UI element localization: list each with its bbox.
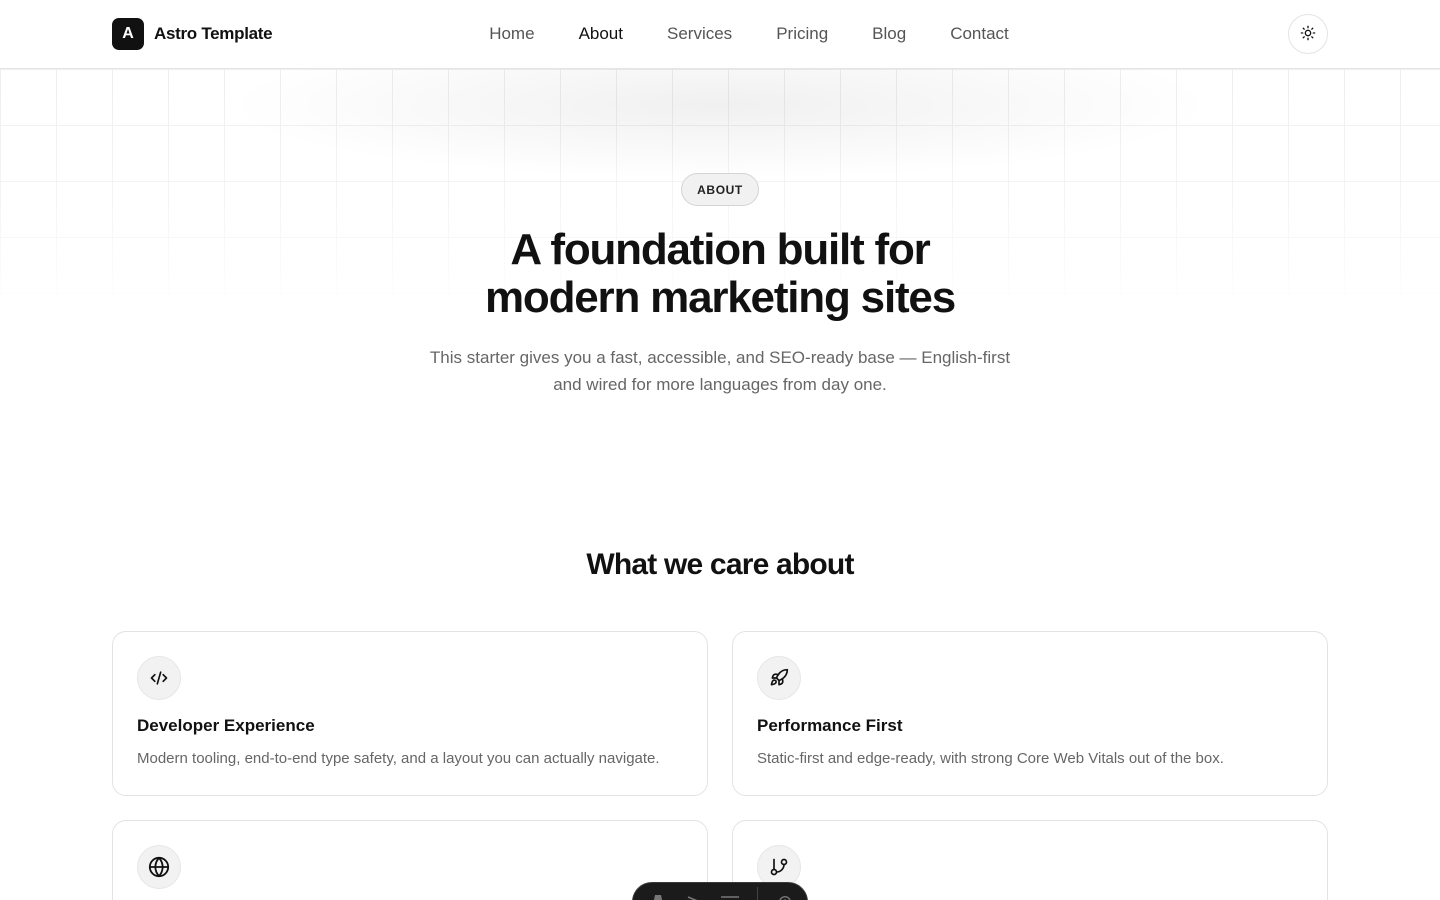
- menu-icon[interactable]: [721, 893, 739, 900]
- toolbar-separator: [757, 887, 758, 900]
- hero-subtitle-line-2: and wired for more languages from day on…: [553, 375, 887, 394]
- hero-subtitle-line-1: This starter gives you a fast, accessibl…: [429, 348, 1011, 367]
- settings-icon[interactable]: [776, 893, 794, 900]
- sun-icon: [1300, 25, 1316, 44]
- brand-mark: A: [112, 18, 144, 50]
- section-badge: ABOUT: [681, 173, 759, 206]
- nav-link-services[interactable]: Services: [667, 22, 732, 46]
- site-header: A Astro Template Home About Services Pri…: [0, 0, 1440, 69]
- nav-link-contact[interactable]: Contact: [950, 22, 1009, 46]
- value-card-description: Modern tooling, end-to-end type safety, …: [137, 750, 660, 767]
- code-icon: [137, 656, 181, 700]
- page-title-line-1: A foundation built for: [510, 225, 930, 274]
- value-card-description: Static-first and edge-ready, with strong…: [757, 750, 1224, 767]
- globe-icon: [137, 845, 181, 889]
- audit-icon[interactable]: [685, 893, 703, 900]
- brand-name: Astro Template: [154, 24, 273, 43]
- astro-icon[interactable]: [649, 893, 667, 900]
- brand-logo[interactable]: A Astro Template: [112, 18, 273, 50]
- value-card-open-source: [732, 820, 1328, 900]
- nav-link-about[interactable]: About: [579, 22, 623, 46]
- rocket-icon: [757, 656, 801, 700]
- value-card-title: Developer Experience: [137, 716, 315, 735]
- hero-subtitle: This starter gives you a fast, accessibl…: [400, 344, 1040, 398]
- nav-link-pricing[interactable]: Pricing: [776, 22, 828, 46]
- dev-toolbar[interactable]: [632, 882, 808, 900]
- nav-link-home[interactable]: Home: [489, 22, 534, 46]
- nav-link-blog[interactable]: Blog: [872, 22, 906, 46]
- value-card-title: Performance First: [757, 716, 903, 735]
- value-card-performance-first: Performance First Static-first and edge-…: [732, 631, 1328, 796]
- page-title-line-2: modern marketing sites: [485, 273, 956, 322]
- theme-toggle-button[interactable]: [1288, 14, 1328, 54]
- page-title: A foundation built for modern marketing …: [320, 226, 1120, 322]
- value-card-developer-experience: Developer Experience Modern tooling, end…: [112, 631, 708, 796]
- values-section-title: What we care about: [586, 548, 854, 581]
- value-card-i18n: [112, 820, 708, 900]
